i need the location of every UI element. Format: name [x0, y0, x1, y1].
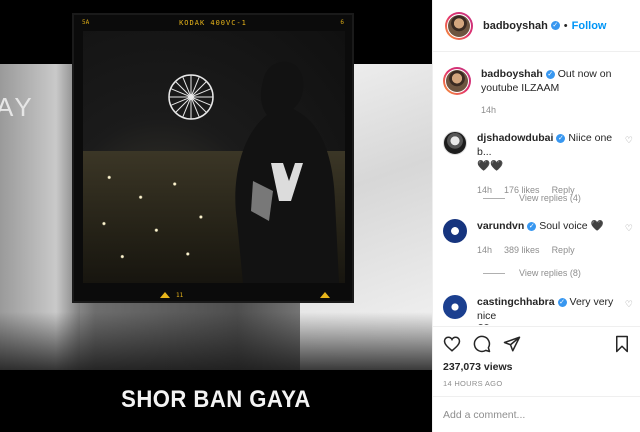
- replies-line: [483, 197, 505, 199]
- reply-button[interactable]: Reply: [552, 243, 575, 257]
- commenter-avatar[interactable]: [443, 219, 467, 243]
- comment-emoji: 🖤🖤: [477, 160, 504, 172]
- verified-badge-icon: ✓: [527, 221, 537, 231]
- bottom-shade: [0, 312, 432, 370]
- comments-list[interactable]: badboyshah ✓ Out now on youtube ILZAAM 14…: [433, 53, 640, 325]
- ferris-wheel-graphic: [168, 74, 214, 120]
- author-username[interactable]: badboyshah: [483, 20, 548, 32]
- avatar-ring: [447, 13, 471, 38]
- add-comment-bar: [433, 396, 640, 432]
- verified-badge-icon: ✓: [557, 297, 567, 307]
- view-count[interactable]: 237,073 views: [443, 361, 512, 373]
- film-number-right: 6: [340, 19, 344, 26]
- comment-icon[interactable]: [473, 335, 491, 353]
- background-text: AY: [0, 92, 35, 122]
- caption-meta: 14h: [481, 103, 631, 117]
- verified-badge-icon: ✓: [556, 133, 566, 143]
- view-replies-link[interactable]: View replies (8): [483, 268, 581, 278]
- comment-time: 14h: [477, 245, 493, 255]
- comment-body: castingchhabra✓ Very very nice 🖤: [477, 295, 627, 325]
- heart-icon[interactable]: [443, 335, 461, 353]
- add-comment-input[interactable]: [443, 408, 593, 421]
- comment-text: Soul voice 🖤: [539, 220, 604, 232]
- film-arrow-left: [160, 292, 170, 298]
- comment-body: varundvn ✓ Soul voice 🖤 14h 389 likes Rep…: [477, 219, 627, 257]
- avatar-image: [446, 70, 468, 92]
- caption-time: 14h: [481, 105, 497, 115]
- post-actions: 237,073 views 14 HOURS AGO: [433, 326, 640, 406]
- post-caption: badboyshah ✓ Out now on youtube ILZAAM 14…: [443, 67, 639, 117]
- video-player[interactable]: AY 5A KODAK 400VC-1 6 11 SHOR BAN GAYA: [0, 0, 432, 432]
- concert-photo: [83, 31, 345, 283]
- comment-item: castingchhabra✓ Very very nice 🖤 ♡: [443, 295, 639, 325]
- caption-username[interactable]: badboyshah: [481, 68, 543, 80]
- comment-username[interactable]: castingchhabra: [477, 296, 555, 308]
- avatar-ring: [445, 69, 469, 93]
- verified-badge-icon: ✓: [550, 21, 560, 30]
- bookmark-icon[interactable]: [613, 335, 631, 353]
- like-comment-heart-icon[interactable]: ♡: [625, 135, 633, 146]
- like-comment-heart-icon[interactable]: ♡: [625, 299, 633, 310]
- caption-body: badboyshah ✓ Out now on youtube ILZAAM 14…: [481, 67, 631, 117]
- commenter-avatar[interactable]: [443, 295, 467, 319]
- film-frame-counter: 11: [176, 292, 184, 299]
- film-arrow-right: [320, 292, 330, 298]
- replies-line: [483, 272, 505, 274]
- separator-dot: •: [563, 19, 568, 32]
- post-timestamp: 14 HOURS AGO: [443, 379, 503, 388]
- instagram-post-modal: AY 5A KODAK 400VC-1 6 11 SHOR BAN GAYA b…: [0, 0, 640, 432]
- author-avatar[interactable]: [445, 11, 473, 40]
- performer-silhouette: [235, 61, 339, 283]
- verified-badge-icon: ✓: [545, 69, 555, 79]
- comment-body: djshadowdubai ✓ Niice one b... 🖤🖤 14h 176…: [477, 131, 627, 197]
- caption-author-avatar[interactable]: [443, 67, 471, 95]
- comment-likes[interactable]: 389 likes: [504, 243, 540, 257]
- view-replies-label: View replies (4): [519, 193, 581, 203]
- post-header: badboyshah ✓ • Follow: [433, 0, 640, 52]
- comment-item: djshadowdubai ✓ Niice one b... 🖤🖤 14h 176…: [443, 131, 639, 197]
- paper-plane-icon[interactable]: [503, 335, 521, 353]
- comment-meta: 14h 389 likes Reply: [477, 243, 627, 257]
- comment-item: varundvn ✓ Soul voice 🖤 14h 389 likes Rep…: [443, 219, 639, 257]
- like-comment-heart-icon[interactable]: ♡: [625, 223, 633, 234]
- comment-emoji: 🖤: [477, 324, 490, 325]
- comment-username[interactable]: varundvn: [477, 220, 524, 232]
- commenter-avatar[interactable]: [443, 131, 467, 155]
- action-icons: [443, 335, 521, 353]
- video-subtitle: SHOR BAN GAYA: [121, 386, 311, 413]
- view-replies-label: View replies (8): [519, 268, 581, 278]
- film-strip-frame: 5A KODAK 400VC-1 6 11: [72, 13, 354, 303]
- avatar-image: [448, 14, 470, 37]
- film-brand-label: KODAK 400VC-1: [179, 19, 247, 27]
- post-side-panel: badboyshah ✓ • Follow badboyshah ✓ Out no…: [432, 0, 640, 432]
- follow-button[interactable]: Follow: [572, 20, 607, 32]
- comment-username[interactable]: djshadowdubai: [477, 132, 553, 144]
- view-replies-link[interactable]: View replies (4): [483, 193, 581, 203]
